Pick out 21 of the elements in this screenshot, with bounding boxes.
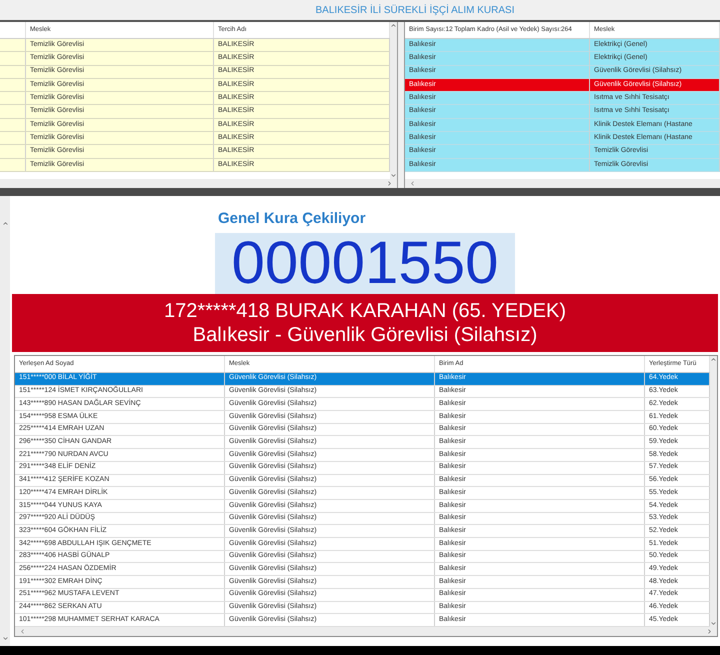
horizontal-scrollbar[interactable]: [15, 627, 717, 636]
scroll-left-icon[interactable]: [409, 180, 416, 187]
scroll-down-icon[interactable]: [390, 172, 397, 179]
scroll-down-icon[interactable]: [710, 620, 717, 627]
scroll-up-icon[interactable]: [390, 22, 397, 29]
scroll-up-icon[interactable]: [2, 220, 8, 227]
vertical-scrollbar[interactable]: [0, 196, 10, 646]
scroll-right-icon[interactable]: [386, 180, 393, 187]
draw-number: 00001550: [215, 232, 515, 294]
vertical-scrollbar[interactable]: [710, 356, 717, 627]
scroll-right-icon[interactable]: [706, 628, 713, 635]
scroll-up-icon[interactable]: [710, 356, 717, 363]
window-title: BALIKESİR İLİ SÜREKLİ İŞÇİ ALIM KURASI: [316, 3, 514, 18]
winner-placement: Balıkesir - Güvenlik Görevlisi (Silahsız): [192, 323, 538, 347]
horizontal-scrollbar[interactable]: [405, 179, 720, 188]
draw-heading: Genel Kura Çekiliyor: [218, 209, 366, 229]
scroll-left-icon[interactable]: [19, 628, 26, 635]
vertical-scrollbar[interactable]: [390, 22, 397, 179]
scroll-down-icon[interactable]: [2, 635, 8, 642]
horizontal-scrollbar[interactable]: [0, 179, 397, 188]
winner-name: 172*****418 BURAK KARAHAN (65. YEDEK): [164, 299, 566, 323]
